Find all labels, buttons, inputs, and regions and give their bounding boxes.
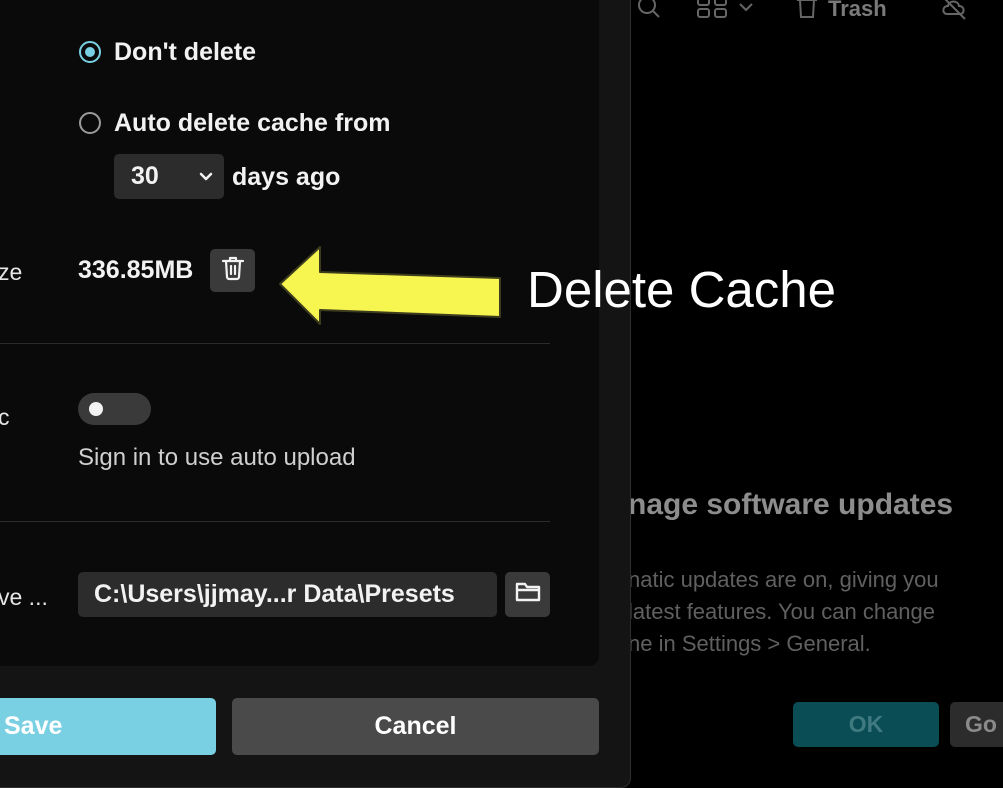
update-notice-body: natic updates are on, giving you latest …: [628, 564, 939, 660]
save-location-row-label: ve ...: [0, 584, 48, 610]
yellow-arrow-left-icon: [279, 246, 501, 325]
browse-folder-button[interactable]: [505, 572, 550, 617]
toggle-knob: [89, 402, 103, 416]
days-select-value: 30: [131, 162, 159, 190]
cancel-button[interactable]: Cancel: [232, 698, 599, 755]
settings-panel: Don't delete Auto delete cache from: [0, 0, 599, 666]
radio-auto-delete[interactable]: [79, 112, 101, 134]
cloud-off-icon[interactable]: [939, 0, 969, 25]
search-icon[interactable]: [636, 0, 662, 25]
cache-size-row-label: ze: [0, 259, 23, 285]
folder-icon: [514, 580, 542, 609]
chevron-down-icon[interactable]: [738, 0, 754, 18]
update-notice-line: ne in Settings > General.: [628, 631, 871, 656]
trash-label[interactable]: Trash: [828, 0, 887, 22]
auto-upload-hint: Sign in to use auto upload: [78, 444, 356, 471]
auto-upload-toggle[interactable]: [78, 393, 151, 425]
update-notice-line: latest features. You can change: [628, 599, 936, 624]
delete-cache-button[interactable]: [210, 249, 255, 292]
radio-auto-delete-label[interactable]: Auto delete cache from: [114, 109, 390, 138]
section-divider: [0, 343, 550, 344]
auto-sync-row-label: c: [0, 404, 10, 430]
trash-icon: [221, 255, 245, 286]
section-divider: [0, 521, 550, 522]
radio-dont-delete-label[interactable]: Don't delete: [114, 38, 256, 67]
days-select[interactable]: 30: [114, 154, 224, 199]
grid-view-icon[interactable]: [696, 0, 728, 24]
update-notice-line: natic updates are on, giving you: [628, 567, 939, 592]
background-toolbar: Trash: [636, 0, 969, 24]
chevron-down-icon: [198, 168, 214, 189]
annotation-label: Delete Cache: [527, 261, 837, 318]
cache-size-value: 336.85MB: [78, 256, 194, 284]
trash-icon[interactable]: [794, 0, 820, 25]
save-button[interactable]: Save: [0, 698, 216, 755]
save-location-path: C:\Users\jjmay...r Data\Presets: [94, 580, 455, 608]
days-ago-label: days ago: [232, 163, 341, 191]
radio-dont-delete[interactable]: [79, 41, 101, 63]
go-button[interactable]: Go: [950, 702, 1003, 747]
update-notice-heading: nage software updates: [628, 488, 954, 521]
ok-button[interactable]: OK: [793, 702, 939, 747]
save-location-path-field[interactable]: C:\Users\jjmay...r Data\Presets: [78, 572, 497, 617]
